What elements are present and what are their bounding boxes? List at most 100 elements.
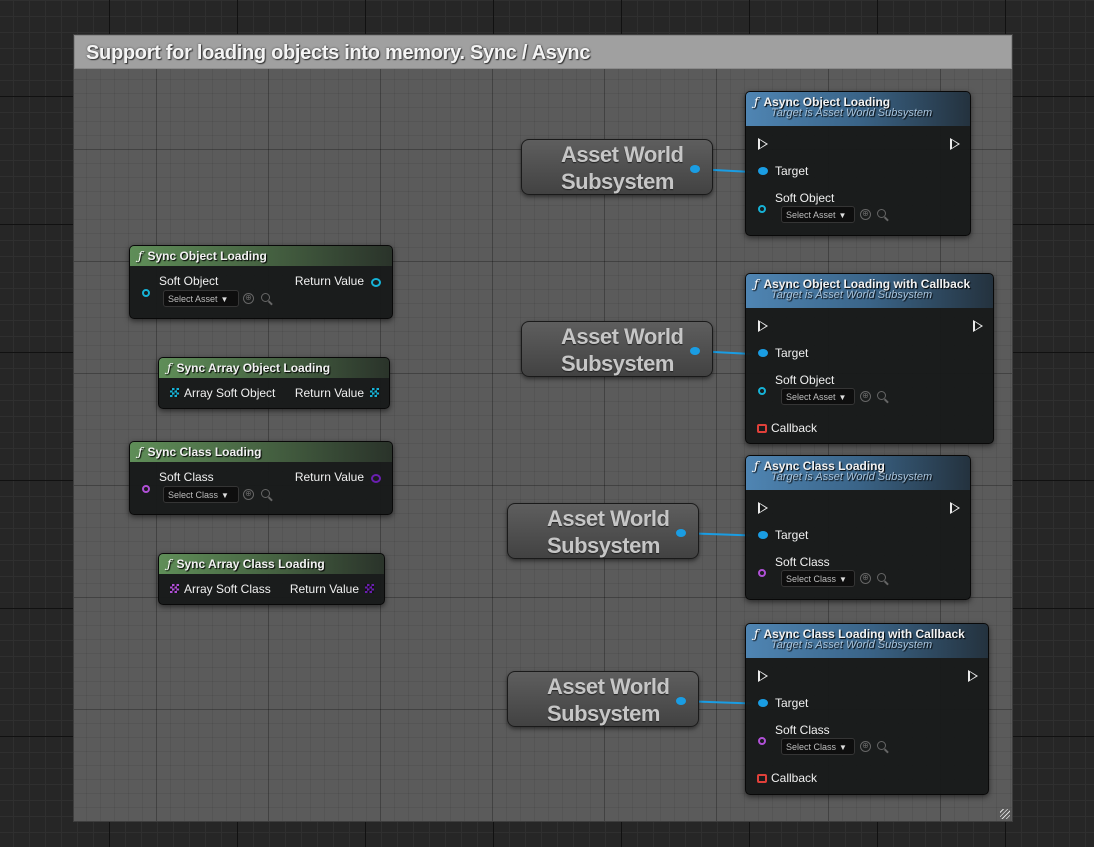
subsystem-output-pin[interactable] — [676, 529, 686, 537]
use-selected-icon[interactable]: ⊕ — [860, 209, 871, 220]
function-icon: ƒ — [138, 445, 143, 459]
input-label: Soft Object — [775, 373, 835, 387]
select-class-dropdown[interactable]: Select Class ▼ — [781, 738, 855, 755]
output-label: Return Value — [289, 582, 359, 596]
node-title-line: Subsystem — [561, 351, 674, 376]
subsystem-output-pin[interactable] — [690, 347, 700, 355]
node-title-line: Asset World — [561, 324, 684, 349]
node-async-object-loading[interactable]: ƒ Async Object Loading Target is Asset Wo… — [745, 91, 971, 236]
output-label: Return Value — [294, 470, 364, 484]
browse-search-icon[interactable] — [877, 391, 886, 400]
node-header: ƒ Async Object Loading with Callback Targ… — [746, 274, 993, 308]
input-label: Soft Class — [775, 723, 830, 737]
select-asset-dropdown[interactable]: Select Asset ▼ — [163, 290, 239, 307]
target-label: Target — [775, 528, 809, 542]
node-title-line: Asset World — [561, 142, 684, 167]
exec-in-pin[interactable] — [758, 670, 768, 682]
browse-search-icon[interactable] — [261, 293, 270, 302]
asset-world-subsystem-node[interactable]: Asset World Subsystem — [507, 671, 699, 727]
soft-object-pin[interactable] — [758, 205, 766, 213]
input-label: Soft Object — [159, 274, 219, 288]
array-grid-icon[interactable] — [170, 388, 179, 397]
node-title-line: Asset World — [547, 674, 670, 699]
callback-label: Callback — [771, 421, 818, 435]
use-selected-icon[interactable]: ⊕ — [860, 391, 871, 402]
exec-out-pin[interactable] — [950, 138, 960, 150]
exec-out-pin[interactable] — [968, 670, 978, 682]
chevron-down-icon: ▼ — [839, 743, 847, 752]
node-async-object-loading-callback[interactable]: ƒ Async Object Loading with Callback Targ… — [745, 273, 994, 444]
select-class-dropdown[interactable]: Select Class ▼ — [781, 570, 855, 587]
target-label: Target — [775, 346, 809, 360]
asset-world-subsystem-node[interactable]: Asset World Subsystem — [507, 503, 699, 559]
function-icon: ƒ — [167, 557, 172, 571]
soft-class-pin[interactable] — [758, 737, 766, 745]
use-selected-icon[interactable]: ⊕ — [243, 489, 254, 500]
function-icon: ƒ — [138, 249, 143, 263]
callback-label: Callback — [771, 771, 818, 785]
node-sync-array-object-loading[interactable]: ƒ Sync Array Object Loading Array Soft Ob… — [158, 357, 390, 409]
array-grid-icon[interactable] — [370, 388, 379, 397]
node-subtitle: Target is Asset World Subsystem — [771, 107, 933, 119]
select-class-label: Select Class — [168, 490, 219, 500]
use-selected-icon[interactable]: ⊕ — [860, 741, 871, 752]
soft-class-pin[interactable] — [758, 569, 766, 577]
node-title-line: Asset World — [547, 506, 670, 531]
target-pin[interactable] — [758, 531, 768, 539]
select-asset-dropdown[interactable]: Select Asset ▼ — [781, 388, 855, 405]
function-icon: ƒ — [167, 361, 172, 375]
node-title: Sync Class Loading — [147, 445, 262, 459]
target-pin[interactable] — [758, 167, 768, 175]
browse-search-icon[interactable] — [261, 489, 270, 498]
node-sync-object-loading[interactable]: ƒ Sync Object Loading Soft Object Return … — [129, 245, 393, 319]
use-selected-icon[interactable]: ⊕ — [243, 293, 254, 304]
use-selected-icon[interactable]: ⊕ — [860, 573, 871, 584]
node-async-class-loading[interactable]: ƒ Async Class Loading Target is Asset Wor… — [745, 455, 971, 600]
resize-grip-icon[interactable] — [1000, 809, 1010, 819]
comment-title[interactable]: Support for loading objects into memory.… — [74, 35, 1012, 69]
callback-delegate-pin[interactable] — [757, 424, 767, 433]
asset-world-subsystem-node[interactable]: Asset World Subsystem — [521, 139, 713, 195]
node-sync-class-loading[interactable]: ƒ Sync Class Loading Soft Class Return Va… — [129, 441, 393, 515]
node-sync-array-class-loading[interactable]: ƒ Sync Array Class Loading Array Soft Cla… — [158, 553, 385, 605]
node-header: ƒ Async Object Loading Target is Asset Wo… — [746, 92, 970, 126]
return-value-pin[interactable] — [371, 474, 381, 483]
select-class-dropdown[interactable]: Select Class ▼ — [163, 486, 239, 503]
output-label: Return Value — [294, 386, 364, 400]
callback-delegate-pin[interactable] — [757, 774, 767, 783]
array-grid-icon[interactable] — [365, 584, 374, 593]
asset-world-subsystem-node[interactable]: Asset World Subsystem — [521, 321, 713, 377]
chevron-down-icon: ▼ — [838, 393, 847, 402]
function-icon: ƒ — [754, 459, 759, 473]
exec-in-pin[interactable] — [758, 502, 768, 514]
target-pin[interactable] — [758, 699, 768, 707]
subsystem-output-pin[interactable] — [676, 697, 686, 705]
select-class-label: Select Class — [786, 574, 837, 584]
browse-search-icon[interactable] — [877, 573, 886, 582]
function-icon: ƒ — [754, 627, 759, 641]
node-async-class-loading-callback[interactable]: ƒ Async Class Loading with Callback Targe… — [745, 623, 989, 795]
browse-search-icon[interactable] — [877, 209, 886, 218]
input-label: Array Soft Object — [184, 386, 276, 400]
subsystem-output-pin[interactable] — [690, 165, 700, 173]
browse-search-icon[interactable] — [877, 741, 886, 750]
select-class-label: Select Class — [786, 742, 837, 752]
soft-object-pin[interactable] — [758, 387, 766, 395]
soft-object-pin[interactable] — [142, 289, 150, 297]
soft-class-pin[interactable] — [142, 485, 150, 493]
select-asset-label: Select Asset — [168, 294, 218, 304]
exec-out-pin[interactable] — [950, 502, 960, 514]
return-value-pin[interactable] — [371, 278, 381, 287]
exec-out-pin[interactable] — [973, 320, 983, 332]
output-label: Return Value — [294, 274, 364, 288]
select-asset-dropdown[interactable]: Select Asset ▼ — [781, 206, 855, 223]
node-header: ƒ Sync Class Loading — [130, 442, 392, 462]
select-asset-label: Select Asset — [786, 392, 836, 402]
array-grid-icon[interactable] — [170, 584, 179, 593]
exec-in-pin[interactable] — [758, 138, 768, 150]
node-title-line: Subsystem — [561, 169, 674, 194]
target-pin[interactable] — [758, 349, 768, 357]
node-title: Sync Object Loading — [147, 249, 267, 263]
target-label: Target — [775, 164, 809, 178]
exec-in-pin[interactable] — [758, 320, 768, 332]
